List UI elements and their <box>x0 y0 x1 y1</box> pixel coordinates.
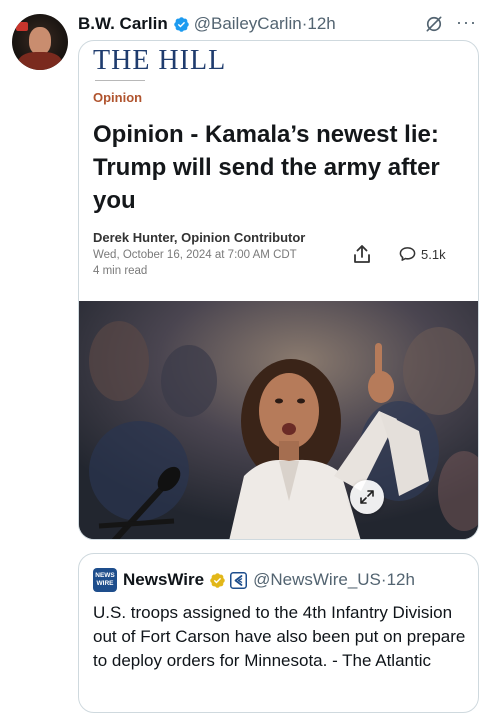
post-time[interactable]: 12h <box>307 14 335 34</box>
article-card[interactable]: THE HILL Opinion Opinion - Kamala’s newe… <box>78 40 479 540</box>
speaker-photo-illustration <box>79 301 478 539</box>
affiliate-badge-icon[interactable] <box>230 571 248 589</box>
avatar-shirt <box>18 52 62 70</box>
author-name[interactable]: B.W. Carlin <box>78 14 168 34</box>
article-headline[interactable]: Opinion - Kamala’s newest lie: Trump wil… <box>93 118 473 217</box>
author-avatar[interactable] <box>12 14 68 70</box>
avatar-face <box>29 27 51 55</box>
expand-icon <box>360 490 374 504</box>
gold-verified-badge-icon[interactable] <box>209 572 226 589</box>
more-options-icon[interactable]: ··· <box>456 12 477 33</box>
grok-icon[interactable] <box>424 14 444 34</box>
comment-count-button[interactable]: 5.1k <box>399 246 446 262</box>
author-handle[interactable]: @BaileyCarlin <box>194 14 302 34</box>
article-section: Opinion <box>93 90 143 105</box>
quoted-post-text: U.S. troops assigned to the 4th Infantry… <box>93 603 466 670</box>
quoted-post[interactable]: NEWS WIRE NewsWire @NewsWire_US · 12h U.… <box>78 553 479 713</box>
expand-media-button[interactable] <box>350 480 384 514</box>
publication-masthead: THE HILL <box>93 45 227 76</box>
article-date: Wed, October 16, 2024 at 7:00 AM CDT <box>93 249 297 261</box>
quoted-author-handle[interactable]: @NewsWire_US <box>253 570 381 590</box>
quoted-author-avatar[interactable]: NEWS WIRE <box>93 568 117 592</box>
article-photo[interactable] <box>79 301 478 539</box>
verified-badge-icon[interactable] <box>173 16 190 33</box>
quoted-post-time[interactable]: 12h <box>387 570 415 590</box>
avatar-sign <box>16 22 28 31</box>
quoted-post-header: NewsWire @NewsWire_US · 12h <box>123 568 415 592</box>
comment-count: 5.1k <box>421 246 446 262</box>
masthead-divider <box>95 80 145 81</box>
quoted-author-name[interactable]: NewsWire <box>123 570 204 590</box>
share-icon[interactable] <box>353 244 371 264</box>
comment-bubble-icon <box>399 247 416 261</box>
read-time: 4 min read <box>93 265 148 277</box>
post-header: B.W. Carlin @BaileyCarlin · 12h <box>78 12 336 36</box>
article-author: Derek Hunter, Opinion Contributor <box>93 230 306 245</box>
